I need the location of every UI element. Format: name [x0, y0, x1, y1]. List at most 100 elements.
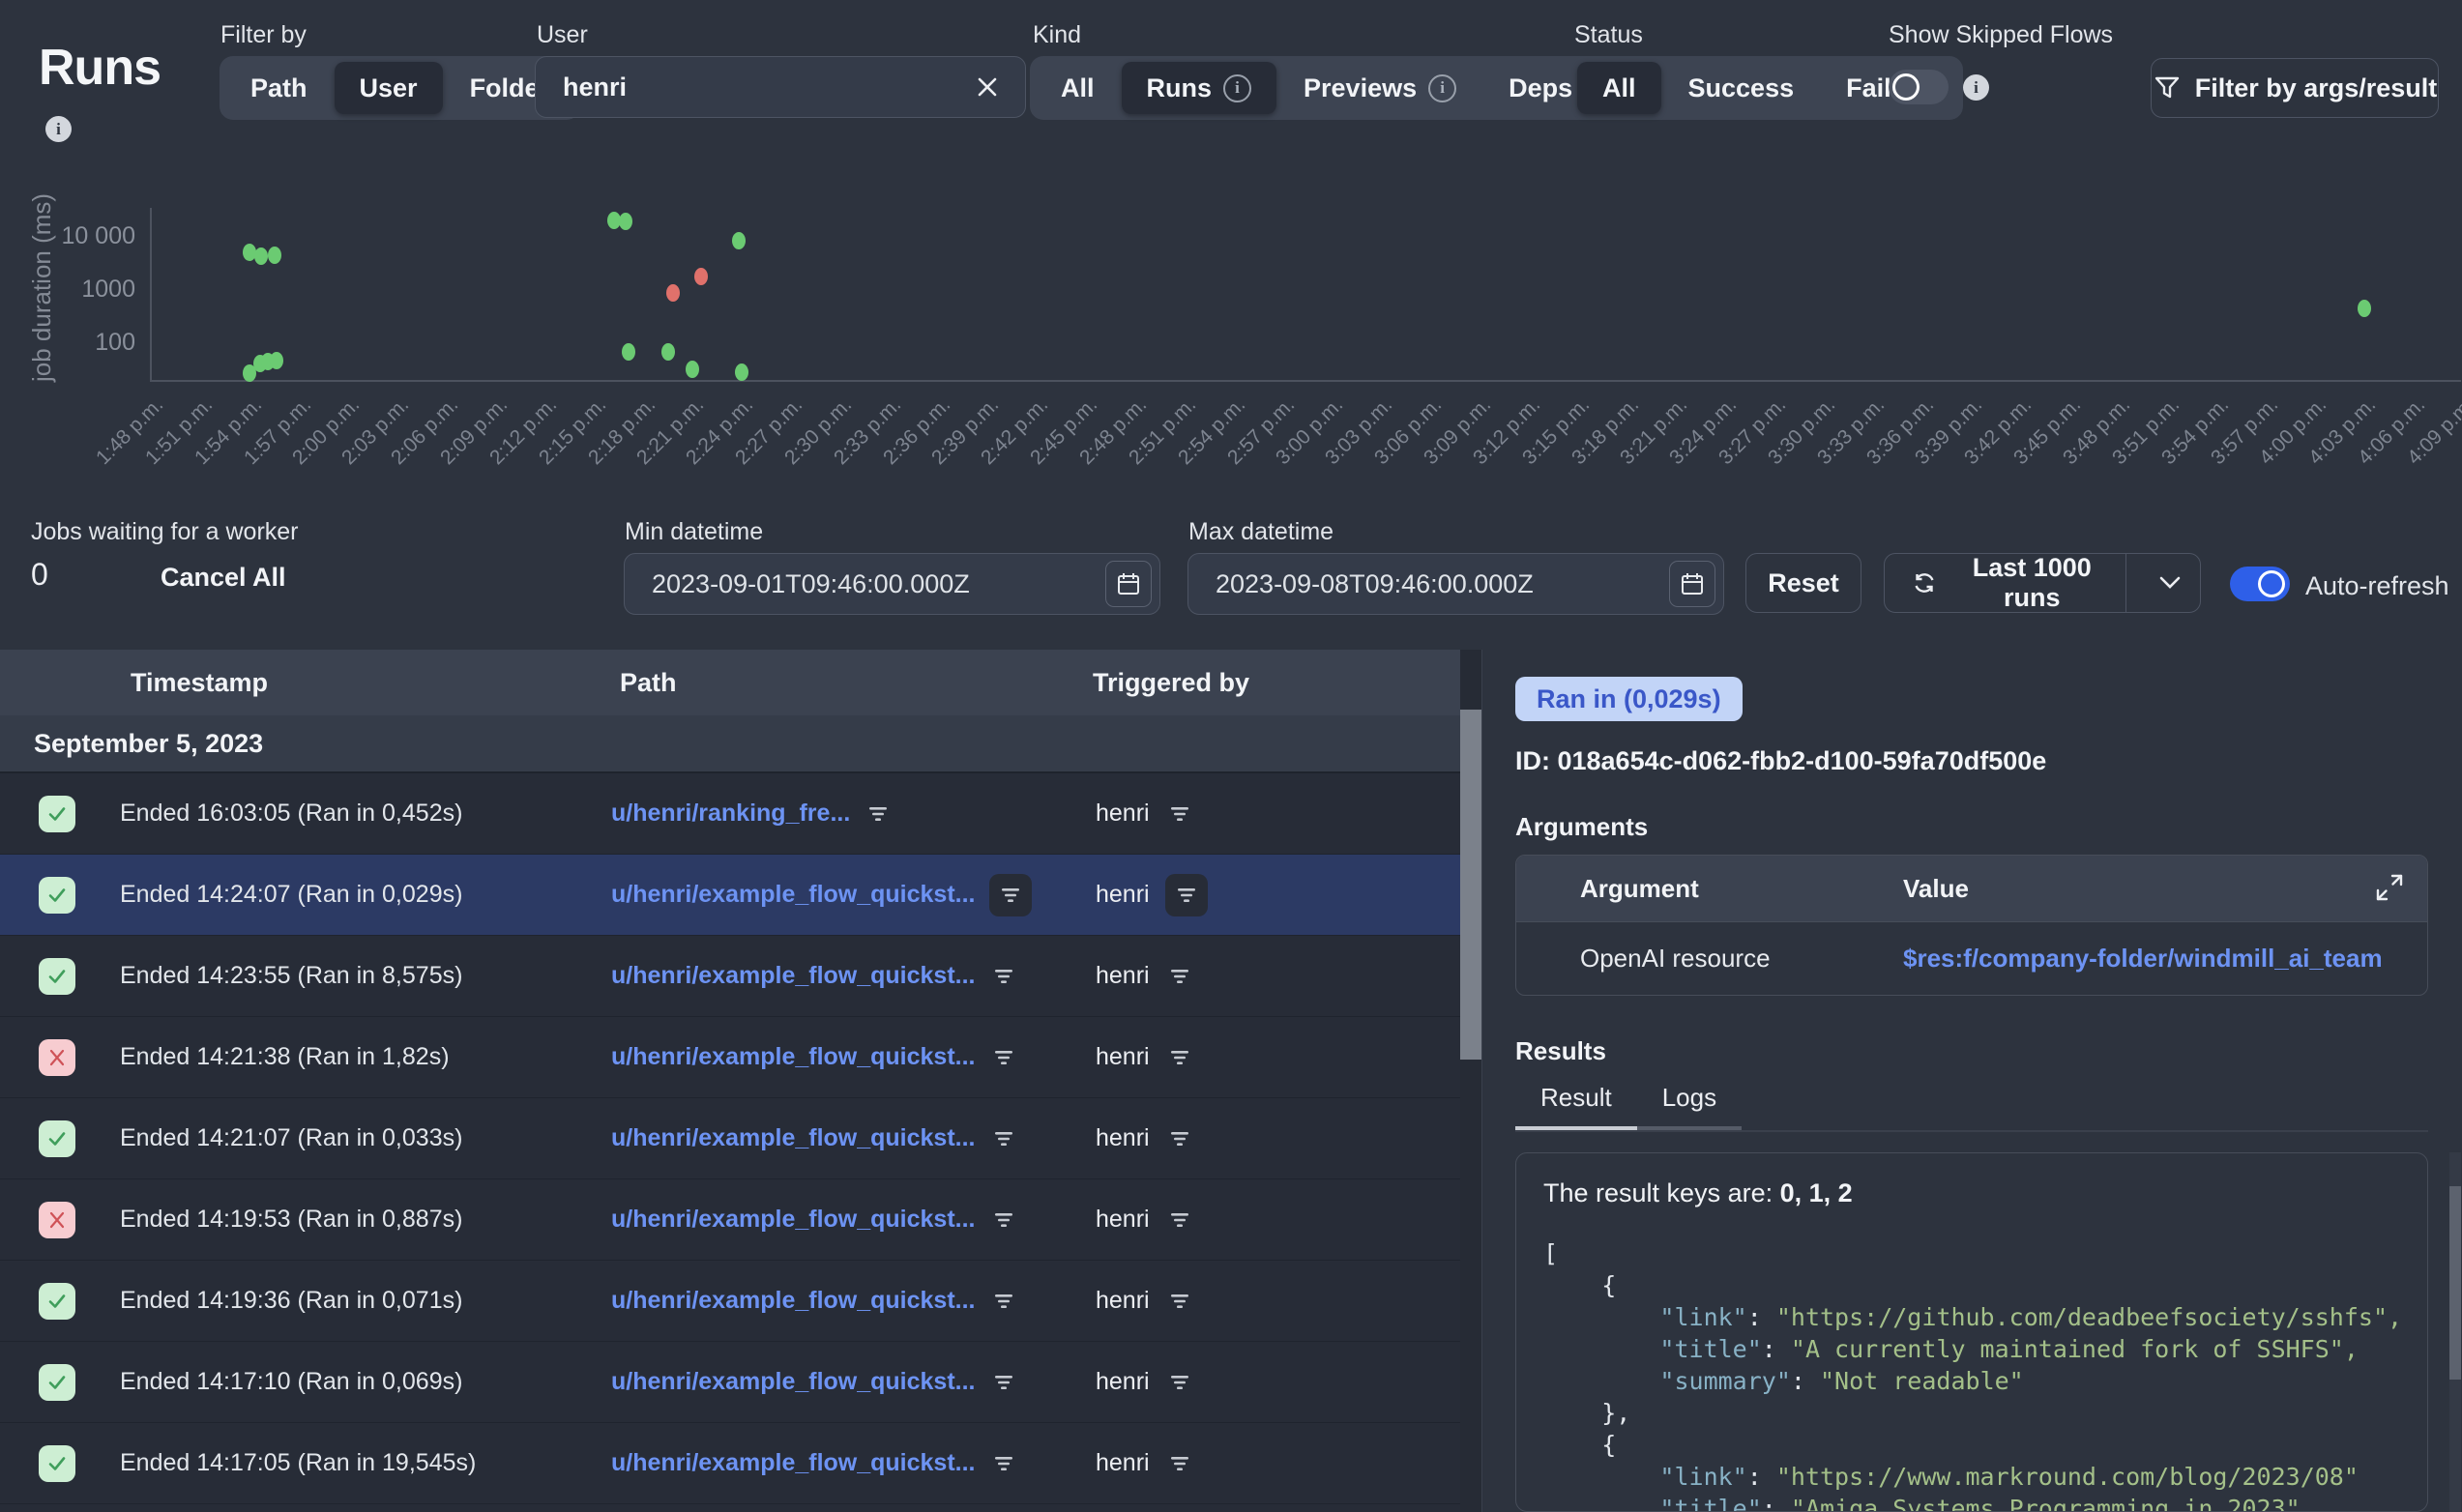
auto-refresh-toggle[interactable] — [2230, 567, 2290, 601]
path-filter-icon[interactable] — [864, 800, 893, 829]
tab-logs[interactable]: Logs — [1637, 1083, 1742, 1130]
path-filter-icon[interactable] — [989, 1124, 1018, 1153]
user-filter-icon[interactable] — [1165, 1124, 1194, 1153]
run-detail-panel: Ran in (0,029s) ID: 018a654c-d062-fbb2-d… — [1481, 650, 2462, 1512]
path-filter-icon[interactable] — [989, 874, 1032, 916]
runs-list-scrollbar-thumb[interactable] — [1460, 710, 1481, 1060]
run-triggered-cell: henri — [1096, 1287, 1194, 1316]
chart-plot-area[interactable] — [150, 208, 2461, 382]
chart-point-success[interactable] — [661, 343, 675, 361]
run-path-link[interactable]: u/henri/example_flow_quickst... — [611, 1206, 976, 1234]
user-filter-icon[interactable] — [1165, 1449, 1194, 1478]
user-filter-icon[interactable] — [1165, 962, 1194, 991]
filter-args-result-button[interactable]: Filter by args/result — [2151, 58, 2439, 118]
json-punct: { — [1543, 1271, 1616, 1299]
path-filter-icon[interactable] — [989, 1206, 1018, 1235]
run-row[interactable]: Ended 14:21:38 (Ran in 1,82s)u/henri/exa… — [0, 1017, 1460, 1098]
run-path-link[interactable]: u/henri/example_flow_quickst... — [611, 881, 976, 909]
chart-point-failure[interactable] — [666, 284, 680, 302]
status-success-icon — [39, 796, 75, 832]
json-punct: : — [1762, 1495, 1791, 1512]
user-filter-icon[interactable] — [1165, 874, 1208, 916]
run-row[interactable]: Ended 14:21:07 (Ran in 0,033s)u/henri/ex… — [0, 1098, 1460, 1179]
chevron-down-icon[interactable] — [2140, 568, 2200, 597]
json-punct — [1543, 1335, 1659, 1363]
path-filter-icon[interactable] — [989, 1287, 1018, 1316]
run-path-link[interactable]: u/henri/example_flow_quickst... — [611, 962, 976, 990]
run-triggered-cell: henri — [1096, 1206, 1194, 1235]
run-row[interactable]: Ended 14:19:53 (Ran in 0,887s)u/henri/ex… — [0, 1179, 1460, 1261]
filter-by-option-user[interactable]: User — [335, 62, 443, 114]
min-datetime-input[interactable]: 2023-09-01T09:46:00.000Z — [624, 553, 1160, 615]
triggered-by-user: henri — [1096, 1368, 1150, 1396]
user-filter-icon[interactable] — [1165, 800, 1194, 829]
show-skipped-info-icon[interactable]: i — [1963, 74, 1989, 101]
user-filter-icon[interactable] — [1165, 1368, 1194, 1397]
chart-point-success[interactable] — [268, 247, 281, 264]
run-path-link[interactable]: u/henri/example_flow_quickst... — [611, 1043, 976, 1071]
run-row[interactable]: Ended 16:03:05 (Ran in 0,452s)u/henri/ra… — [0, 773, 1460, 855]
kind-option-all[interactable]: All — [1036, 62, 1120, 114]
max-datetime-input[interactable]: 2023-09-08T09:46:00.000Z — [1187, 553, 1724, 615]
kind-option-previews[interactable]: Previewsi — [1278, 62, 1481, 114]
max-datetime-calendar-button[interactable] — [1669, 561, 1715, 607]
runs-count-select[interactable]: Last 1000 runs — [1884, 553, 2201, 613]
status-success-icon — [39, 1120, 75, 1157]
chart-point-failure[interactable] — [694, 268, 708, 285]
run-path-link[interactable]: u/henri/example_flow_quickst... — [611, 1124, 976, 1152]
min-datetime-calendar-button[interactable] — [1105, 561, 1152, 607]
argument-name: OpenAI resource — [1580, 944, 1903, 974]
json-punct: }, — [1543, 1399, 1630, 1427]
run-row[interactable]: Ended 14:17:10 (Ran in 0,069s)u/henri/ex… — [0, 1342, 1460, 1423]
path-filter-icon[interactable] — [989, 962, 1018, 991]
result-scrollbar[interactable] — [2449, 1152, 2461, 1512]
expand-icon[interactable] — [2373, 871, 2406, 904]
show-skipped-toggle[interactable] — [1889, 70, 1949, 104]
runs-list-scrollbar[interactable] — [1460, 650, 1481, 1512]
run-path-link[interactable]: u/henri/example_flow_quickst... — [611, 1368, 976, 1396]
filter-by-option-path[interactable]: Path — [225, 62, 333, 114]
cancel-all-button[interactable]: Cancel All — [161, 563, 286, 593]
status-option-all[interactable]: All — [1577, 62, 1661, 114]
chart-point-success[interactable] — [732, 232, 746, 249]
path-filter-icon[interactable] — [989, 1368, 1018, 1397]
info-icon[interactable]: i — [1428, 74, 1456, 102]
run-timestamp: Ended 14:17:05 (Ran in 19,545s) — [120, 1449, 611, 1477]
run-path-link[interactable]: u/henri/example_flow_quickst... — [611, 1449, 976, 1477]
kind-option-runs[interactable]: Runsi — [1122, 62, 1277, 114]
result-scrollbar-thumb[interactable] — [2449, 1186, 2461, 1380]
status-option-success[interactable]: Success — [1663, 62, 1820, 114]
run-triggered-cell: henri — [1096, 1449, 1194, 1478]
refresh-icon — [1910, 568, 1939, 597]
run-row[interactable]: Ended 14:17:05 (Ran in 19,545s)u/henri/e… — [0, 1423, 1460, 1504]
run-path-link[interactable]: u/henri/example_flow_quickst... — [611, 1287, 976, 1315]
chart-point-success[interactable] — [619, 213, 632, 230]
run-row[interactable]: Ended 14:19:36 (Ran in 0,071s)u/henri/ex… — [0, 1261, 1460, 1342]
json-punct — [1543, 1495, 1659, 1512]
clear-user-filter-icon[interactable] — [973, 73, 1002, 102]
info-icon[interactable]: i — [1223, 74, 1251, 102]
argument-value-link[interactable]: $res:f/company-folder/windmill_ai_team — [1903, 944, 2383, 974]
json-string: "https://www.markround.com/blog/2023/08" — [1776, 1463, 2359, 1491]
path-filter-icon[interactable] — [989, 1043, 1018, 1072]
queue-datetime-bar: Jobs waiting for a worker 0 Cancel All M… — [0, 516, 2462, 642]
path-filter-icon[interactable] — [989, 1449, 1018, 1478]
run-row[interactable]: Ended 14:23:55 (Ran in 8,575s)u/henri/ex… — [0, 936, 1460, 1017]
runs-info-icon[interactable]: i — [45, 116, 72, 142]
user-filter-icon[interactable] — [1165, 1206, 1194, 1235]
reset-button[interactable]: Reset — [1745, 553, 1861, 613]
chart-point-success[interactable] — [735, 363, 748, 381]
user-filter-icon[interactable] — [1165, 1287, 1194, 1316]
user-search-input[interactable]: henri — [535, 56, 1026, 118]
result-keys-values: 0, 1, 2 — [1780, 1178, 1853, 1207]
chart-point-success[interactable] — [270, 352, 283, 369]
run-row[interactable]: Ended 14:24:07 (Ran in 0,029s)u/henri/ex… — [0, 855, 1460, 936]
json-key: "summary" — [1659, 1367, 1790, 1395]
run-path-link[interactable]: u/henri/ranking_fre... — [611, 800, 850, 828]
tab-result[interactable]: Result — [1515, 1083, 1637, 1130]
chart-point-success[interactable] — [686, 361, 699, 378]
user-filter-icon[interactable] — [1165, 1043, 1194, 1072]
user-label: User — [537, 21, 588, 49]
code-line: "link": "https://github.com/deadbeefsoci… — [1543, 1301, 2427, 1333]
run-timestamp: Ended 14:17:10 (Ran in 0,069s) — [120, 1368, 611, 1396]
